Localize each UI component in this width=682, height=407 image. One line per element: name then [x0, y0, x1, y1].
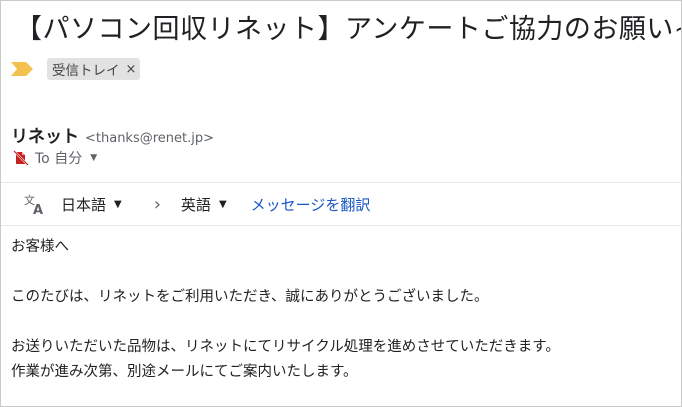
source-language-label: 日本語: [61, 195, 107, 214]
label-chip-inbox: 受信トレイ ×: [47, 58, 141, 80]
sender-email: <thanks@renet.jp>: [85, 131, 215, 146]
label-row: 受信トレイ ×: [11, 57, 141, 81]
unverified-sender-icon: [13, 150, 29, 166]
target-language-caret: ▼: [218, 198, 227, 210]
body-line: 作業が進み次第、別途メールにてご案内いたします。: [11, 364, 358, 380]
sender-row: リネット <thanks@renet.jp>: [11, 122, 214, 147]
email-subject: 【パソコン回収リネット】アンケートご協力のお願い~: [15, 14, 682, 45]
translate-icon: 文 A: [24, 193, 43, 216]
target-language-label: 英語: [180, 195, 211, 214]
email-body: お客様へ このたびは、リネットをご利用いただき、誠にありがとうございました。 お…: [11, 235, 671, 385]
importance-marker-icon[interactable]: [11, 62, 35, 76]
recipient-row[interactable]: To 自分 ▼: [13, 147, 97, 169]
email-view: 【パソコン回収リネット】アンケートご協力のお願い~ 受信トレイ × リネット <…: [0, 0, 682, 407]
source-language-caret: ▼: [114, 198, 122, 210]
body-line: このたびは、リネットをご利用いただき、誠にありがとうございました。: [11, 289, 489, 305]
recipient-text: To 自分: [35, 151, 83, 167]
target-language-select[interactable]: 英語 ▼: [181, 194, 227, 215]
recipient-details-dropdown[interactable]: ▼: [90, 153, 97, 163]
body-line: お送りいただいた品物は、リネットにてリサイクル処理を進めさせていただきます。: [11, 339, 560, 355]
svg-text:A: A: [33, 203, 43, 216]
divider: [1, 225, 681, 226]
label-chip-text: 受信トレイ: [52, 63, 120, 79]
label-remove-button[interactable]: ×: [126, 63, 137, 76]
sender-name[interactable]: リネット: [11, 122, 79, 147]
chevron-right-icon: ›: [153, 193, 161, 215]
translate-message-link[interactable]: メッセージを翻訳: [251, 194, 371, 215]
translate-bar: 文 A 日本語 ▼ › 英語 ▼ メッセージを翻訳: [23, 190, 370, 218]
body-greeting: お客様へ: [11, 239, 69, 255]
divider: [1, 182, 681, 183]
source-language-select[interactable]: 日本語 ▼: [61, 194, 122, 215]
